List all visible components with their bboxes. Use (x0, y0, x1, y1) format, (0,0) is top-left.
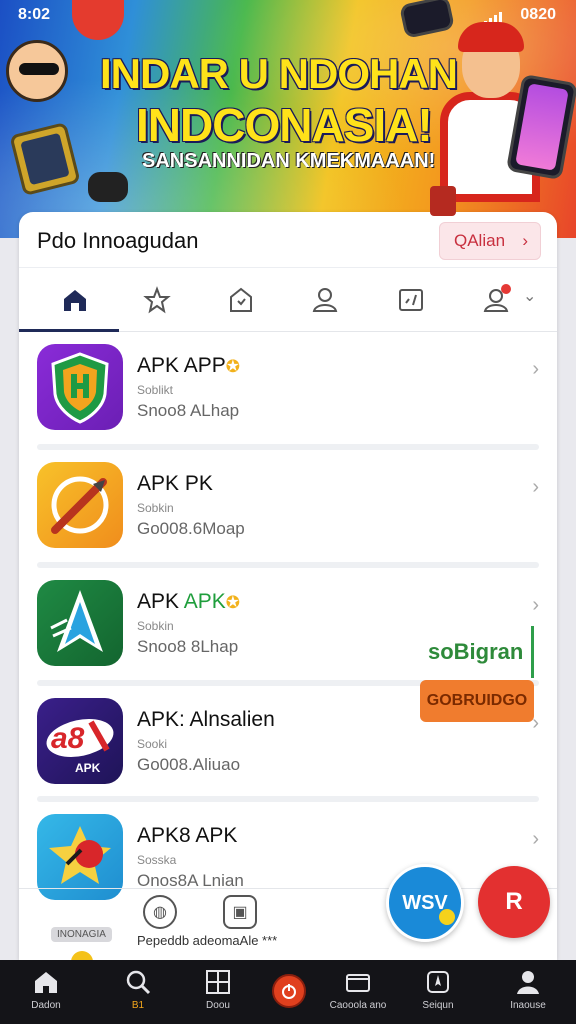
tab-home[interactable] (55, 282, 95, 318)
arrow-app-icon (37, 580, 123, 666)
camera-icon (88, 172, 128, 202)
nav-label: B1 (131, 1000, 145, 1011)
app-size: Go008.6Moap (137, 519, 245, 538)
banner-title-line2: INDCONASIA! (136, 99, 433, 151)
list-item[interactable]: APK PK Sobkin Go008.6Moap › (37, 462, 539, 568)
app-size: Go008.Aliuao (137, 755, 241, 774)
signal-icon (484, 8, 506, 26)
app-developer: Sosska (137, 853, 177, 867)
user-icon (312, 288, 338, 312)
nav-home[interactable]: Dadon (6, 968, 86, 1022)
nav-wallet[interactable]: Caooola ano (318, 968, 398, 1022)
verified-star-icon: ✪ (225, 593, 240, 612)
nav-search[interactable]: B1 (98, 968, 178, 1022)
tab-favorites[interactable] (137, 282, 177, 318)
app-size: Snoo8 8Lhap (137, 637, 239, 656)
chef-hat-icon (458, 22, 524, 52)
chevron-right-icon: › (532, 358, 539, 380)
quick-actions-row: INONAGIA ◍ ▣ Pepeddb adeomaAle *** (19, 888, 557, 960)
tab-alerts[interactable] (221, 282, 261, 318)
app-name: APK APP✪ (137, 354, 240, 377)
active-tab-indicator (19, 329, 119, 332)
cartoon-face-icon (6, 40, 68, 102)
quick-actions-label: Pepeddb adeomaAle *** (137, 933, 278, 948)
nav-explore[interactable]: Seiqun (398, 968, 478, 1022)
wsv-floating-button[interactable]: WSV (386, 864, 464, 942)
profile-icon (517, 971, 539, 994)
chevron-right-icon: › (532, 594, 539, 616)
app-list-card: Pdo Innoagudan QAlian › ⌄ APK APP✪ Sobli… (19, 212, 557, 960)
wsv-label: WSV (402, 891, 448, 914)
tab-bar: ⌄ (19, 268, 557, 332)
nav-label: Doou (206, 1000, 230, 1011)
search-icon (126, 970, 151, 995)
banner-subtitle: SANSANNIDAN KMEKMAAAN! (142, 150, 436, 172)
divider (37, 796, 539, 802)
shield-app-icon (37, 344, 123, 430)
card-title: Pdo Innoagudan (37, 228, 199, 253)
app-developer: Soblikt (137, 383, 174, 397)
bottom-nav: Dadon B1 Doou Caooola ano Seiqun Inaouse (0, 960, 576, 1024)
banner-title-line1: INDAR U NDOHAN (100, 50, 458, 97)
divider (37, 562, 539, 568)
power-icon[interactable] (272, 974, 306, 1008)
svg-text:APK: APK (75, 761, 101, 775)
promo-button[interactable]: GOBRUIDGO (420, 680, 534, 722)
compass-icon (427, 971, 449, 993)
star-icon (143, 286, 171, 314)
status-time: 8:02 (18, 6, 51, 23)
wallet-icon (346, 974, 370, 992)
nav-label: Dadon (31, 1000, 61, 1011)
app-name: APK APK✪ (137, 590, 240, 613)
tablet-icon (9, 121, 81, 197)
chevron-right-icon: › (532, 828, 539, 850)
phone-icon (505, 73, 576, 181)
home-icon (35, 972, 57, 993)
gift-box-icon[interactable]: ▣ (223, 895, 257, 929)
home-icon (64, 290, 86, 311)
list-item[interactable]: APK APP✪ Soblikt Snoo8 ALhap › (37, 344, 539, 450)
chevron-down-icon[interactable]: ⌄ (523, 286, 536, 306)
coin-icon (71, 951, 93, 960)
nav-label: Caooola ano (329, 1000, 387, 1011)
nav-label: Inaouse (510, 1000, 546, 1011)
apk-logo-app-icon: a8 APK (37, 698, 123, 784)
card-header: Pdo Innoagudan QAlian › (19, 212, 557, 268)
globe-icon[interactable]: ◍ (143, 895, 177, 929)
nav-label: Seiqun (422, 1000, 454, 1011)
status-right: 0820 (520, 6, 556, 23)
app-name: APK PK (137, 472, 213, 495)
nav-profile[interactable]: Inaouse (488, 968, 568, 1022)
svg-text:a8: a8 (51, 722, 85, 755)
chevron-right-icon: › (522, 231, 528, 250)
app-name: APK8 APK (137, 824, 238, 847)
tab-profile[interactable] (305, 282, 345, 318)
tab-account[interactable] (477, 282, 517, 318)
floating-promo[interactable]: soBigran GOBRUIDGO (420, 626, 534, 722)
grid-icon (206, 970, 230, 994)
app-developer: Sooki (137, 737, 168, 751)
tag-badge: INONAGIA (51, 927, 112, 942)
app-developer: Sobkin (137, 501, 174, 515)
check-box-icon (399, 289, 423, 311)
tab-tasks[interactable] (391, 282, 431, 318)
qalian-label: QAlian (454, 231, 506, 250)
divider (37, 444, 539, 450)
app-name: APK: Alnsalien (137, 708, 275, 731)
app-size: Snoo8 ALhap (137, 401, 240, 420)
app-developer: Sobkin (137, 619, 174, 633)
promo-top-text: soBigran (422, 626, 534, 678)
nav-grid[interactable]: Doou (178, 968, 258, 1022)
red-fab-icon: R (505, 888, 523, 915)
qalian-button[interactable]: QAlian › (439, 222, 541, 260)
warning-icon (230, 287, 252, 312)
promo-banner[interactable]: 8:02 0820 INDAR U NDOHAN INDCONASIA! SAN… (0, 0, 576, 238)
notification-badge (501, 284, 511, 294)
bottle-icon (430, 186, 456, 216)
compass-app-icon (37, 462, 123, 548)
verified-star-icon: ✪ (225, 357, 240, 376)
red-floating-button[interactable]: R (478, 866, 550, 938)
chevron-right-icon: › (532, 476, 539, 498)
